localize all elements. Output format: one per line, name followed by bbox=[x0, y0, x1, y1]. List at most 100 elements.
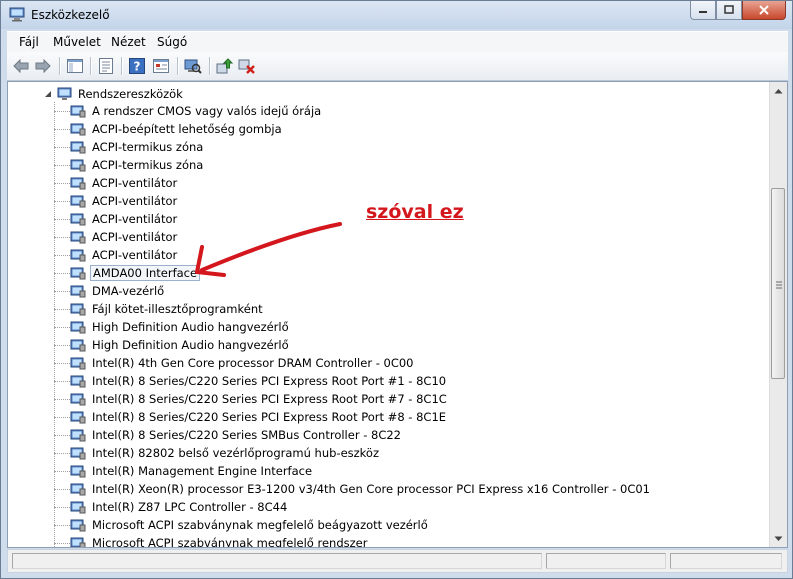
show-hide-tree-icon bbox=[67, 59, 83, 73]
system-device-icon bbox=[70, 411, 86, 424]
tree-item[interactable]: Intel(R) 8 Series/C220 Series PCI Expres… bbox=[54, 390, 449, 408]
tree-item-label: DMA-vezérlő bbox=[92, 284, 165, 298]
tree-item[interactable]: Intel(R) 8 Series/C220 Series PCI Expres… bbox=[54, 372, 448, 390]
menu-action[interactable]: Művelet bbox=[53, 35, 101, 49]
update-driver-icon bbox=[216, 58, 234, 74]
help-icon: ? bbox=[129, 58, 145, 74]
tree-item[interactable]: Intel(R) 8 Series/C220 Series PCI Expres… bbox=[54, 408, 448, 426]
tree-item-label: ACPI-ventilátor bbox=[92, 248, 178, 262]
tree-item[interactable]: ACPI-termikus zóna bbox=[54, 156, 205, 174]
system-device-icon bbox=[70, 537, 86, 547]
tree-item[interactable]: Intel(R) 8 Series/C220 Series SMBus Cont… bbox=[54, 426, 403, 444]
tree-item-label: Fájl kötet-illesztőprogramként bbox=[92, 302, 263, 316]
system-device-icon bbox=[70, 447, 86, 460]
annotation-text: szóval ez bbox=[366, 201, 464, 223]
system-device-icon bbox=[70, 213, 86, 226]
menu-file[interactable]: Fájl bbox=[19, 35, 39, 49]
arrow-up-icon bbox=[774, 88, 783, 93]
system-device-icon bbox=[70, 393, 86, 406]
svg-text:?: ? bbox=[134, 60, 141, 74]
tree-item[interactable]: Fájl kötet-illesztőprogramként bbox=[54, 300, 265, 318]
toolbar: ? bbox=[7, 52, 788, 81]
system-device-icon bbox=[70, 231, 86, 244]
back-icon bbox=[13, 59, 29, 73]
tree-item-label: Intel(R) 8 Series/C220 Series SMBus Cont… bbox=[92, 428, 402, 442]
tree-item[interactable]: Intel(R) 82802 belső vezérlőprogramú hub… bbox=[54, 444, 381, 462]
tree-item[interactable]: DMA-vezérlő bbox=[54, 282, 166, 300]
tree-item[interactable]: AMDA00 Interface bbox=[54, 264, 201, 282]
uninstall-icon bbox=[238, 59, 255, 74]
scan-hardware-button[interactable] bbox=[183, 56, 203, 76]
tree-item[interactable]: Intel(R) 4th Gen Core processor DRAM Con… bbox=[54, 354, 416, 372]
scroll-thumb[interactable] bbox=[771, 188, 785, 379]
system-device-icon bbox=[70, 375, 86, 388]
view-button[interactable] bbox=[151, 56, 171, 76]
tree-item[interactable]: Intel(R) Xeon(R) processor E3-1200 v3/4t… bbox=[54, 480, 652, 498]
tree-item[interactable]: ACPI-ventilátor bbox=[54, 228, 179, 246]
tree-item[interactable]: ACPI-ventilátor bbox=[54, 174, 179, 192]
device-manager-window: Eszközkezelő Fájl Művelet Nézet Súgó ? R… bbox=[0, 0, 793, 579]
menu-bar: Fájl Művelet Nézet Súgó bbox=[7, 31, 788, 53]
tree-item-label: Intel(R) 8 Series/C220 Series PCI Expres… bbox=[92, 410, 447, 424]
menu-help[interactable]: Súgó bbox=[157, 35, 187, 49]
tree-item[interactable]: ACPI-ventilátor bbox=[54, 192, 179, 210]
back-button[interactable] bbox=[11, 56, 31, 76]
tree-item-label: A rendszer CMOS vagy valós idejű órája bbox=[92, 104, 322, 118]
tree-item[interactable]: ACPI-ventilátor bbox=[54, 246, 179, 264]
tree-item-label: High Definition Audio hangvezérlő bbox=[92, 320, 289, 334]
tree-item[interactable]: High Definition Audio hangvezérlő bbox=[54, 336, 291, 354]
expand-collapse-icon[interactable] bbox=[44, 90, 52, 98]
properties-button[interactable] bbox=[96, 56, 116, 76]
system-device-icon bbox=[70, 339, 86, 352]
tree-root-system-devices[interactable]: Rendszereszközök bbox=[44, 86, 185, 102]
system-device-icon bbox=[70, 141, 86, 154]
grip-icon bbox=[776, 281, 782, 289]
help-button[interactable]: ? bbox=[127, 56, 147, 76]
system-device-icon bbox=[70, 195, 86, 208]
tree-item-label: ACPI-ventilátor bbox=[92, 176, 178, 190]
show-hide-tree-button[interactable] bbox=[65, 56, 85, 76]
tree-item-label: Intel(R) Management Engine Interface bbox=[92, 464, 313, 478]
vertical-scrollbar[interactable] bbox=[769, 82, 787, 547]
properties-icon bbox=[99, 58, 113, 74]
tree-item[interactable]: ACPI-ventilátor bbox=[54, 210, 179, 228]
tree-item[interactable]: Microsoft ACPI szabványnak megfelelő beá… bbox=[54, 516, 430, 534]
system-device-icon bbox=[70, 303, 86, 316]
scroll-up-button[interactable] bbox=[770, 82, 787, 99]
tree-item-label: Intel(R) Z87 LPC Controller - 8C44 bbox=[92, 500, 288, 514]
forward-icon bbox=[35, 59, 51, 73]
tree-item-label: Microsoft ACPI szabványnak megfelelő beá… bbox=[92, 518, 428, 532]
update-driver-button[interactable] bbox=[215, 56, 235, 76]
forward-button[interactable] bbox=[33, 56, 53, 76]
menu-view[interactable]: Nézet bbox=[111, 35, 146, 49]
system-device-icon bbox=[70, 429, 86, 442]
tree-item[interactable]: ACPI-beépített lehetőség gombja bbox=[54, 120, 284, 138]
tree-item[interactable]: Intel(R) Management Engine Interface bbox=[54, 462, 314, 480]
tree-item-label: ACPI-termikus zóna bbox=[92, 158, 204, 172]
system-device-icon bbox=[70, 249, 86, 262]
close-button[interactable] bbox=[742, 1, 786, 20]
tree-item[interactable]: Intel(R) Z87 LPC Controller - 8C44 bbox=[54, 498, 289, 516]
tree-item[interactable]: ACPI-termikus zóna bbox=[54, 138, 205, 156]
system-device-icon bbox=[70, 519, 86, 532]
scroll-down-button[interactable] bbox=[770, 530, 787, 547]
tree-item[interactable]: Microsoft ACPI szabványnak megfelelő ren… bbox=[54, 534, 369, 548]
tree-item-label: Microsoft ACPI szabványnak megfelelő ren… bbox=[92, 536, 368, 548]
system-device-icon bbox=[70, 465, 86, 478]
close-icon bbox=[759, 5, 769, 15]
minimize-button[interactable] bbox=[690, 1, 716, 20]
device-tree: Rendszereszközök A rendszer CMOS vagy va… bbox=[8, 82, 770, 547]
tree-item[interactable]: High Definition Audio hangvezérlő bbox=[54, 318, 291, 336]
system-device-icon bbox=[70, 483, 86, 496]
system-device-icon bbox=[57, 87, 72, 100]
title-bar[interactable]: Eszközkezelő bbox=[1, 1, 792, 29]
maximize-button[interactable] bbox=[716, 1, 742, 20]
tree-item[interactable]: A rendszer CMOS vagy valós idejű órája bbox=[54, 102, 323, 120]
minimize-icon bbox=[699, 11, 707, 13]
uninstall-button[interactable] bbox=[237, 56, 257, 76]
tree-root-label: Rendszereszközök bbox=[78, 87, 183, 101]
tree-item-label: ACPI-ventilátor bbox=[92, 212, 178, 226]
system-device-icon bbox=[70, 123, 86, 136]
system-device-icon bbox=[70, 357, 86, 370]
system-device-icon bbox=[70, 159, 86, 172]
